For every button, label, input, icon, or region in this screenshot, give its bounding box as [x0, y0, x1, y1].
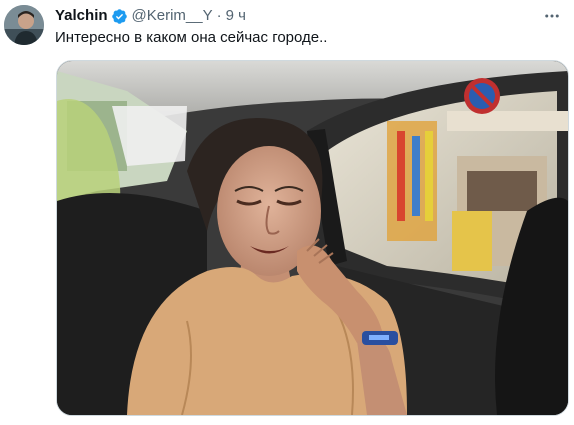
tweet-text: Интересно в каком она сейчас городе..: [55, 29, 328, 46]
tweet-header: Yalchin @Kerim__Y · 9 ч: [55, 6, 246, 26]
avatar[interactable]: [4, 5, 44, 45]
tweet-photo[interactable]: [56, 60, 569, 416]
more-options-button[interactable]: [540, 4, 564, 28]
photo: [57, 61, 568, 415]
more-options-icon: [545, 14, 559, 18]
tweet[interactable]: Yalchin @Kerim__Y · 9 ч Интересно в како…: [0, 0, 574, 425]
timestamp[interactable]: 9 ч: [226, 6, 246, 26]
avatar-icon: [4, 5, 44, 45]
verified-badge-icon: [111, 8, 128, 25]
user-handle[interactable]: @Kerim__Y: [132, 6, 213, 26]
display-name[interactable]: Yalchin: [55, 6, 108, 26]
separator-dot: ·: [216, 7, 222, 24]
